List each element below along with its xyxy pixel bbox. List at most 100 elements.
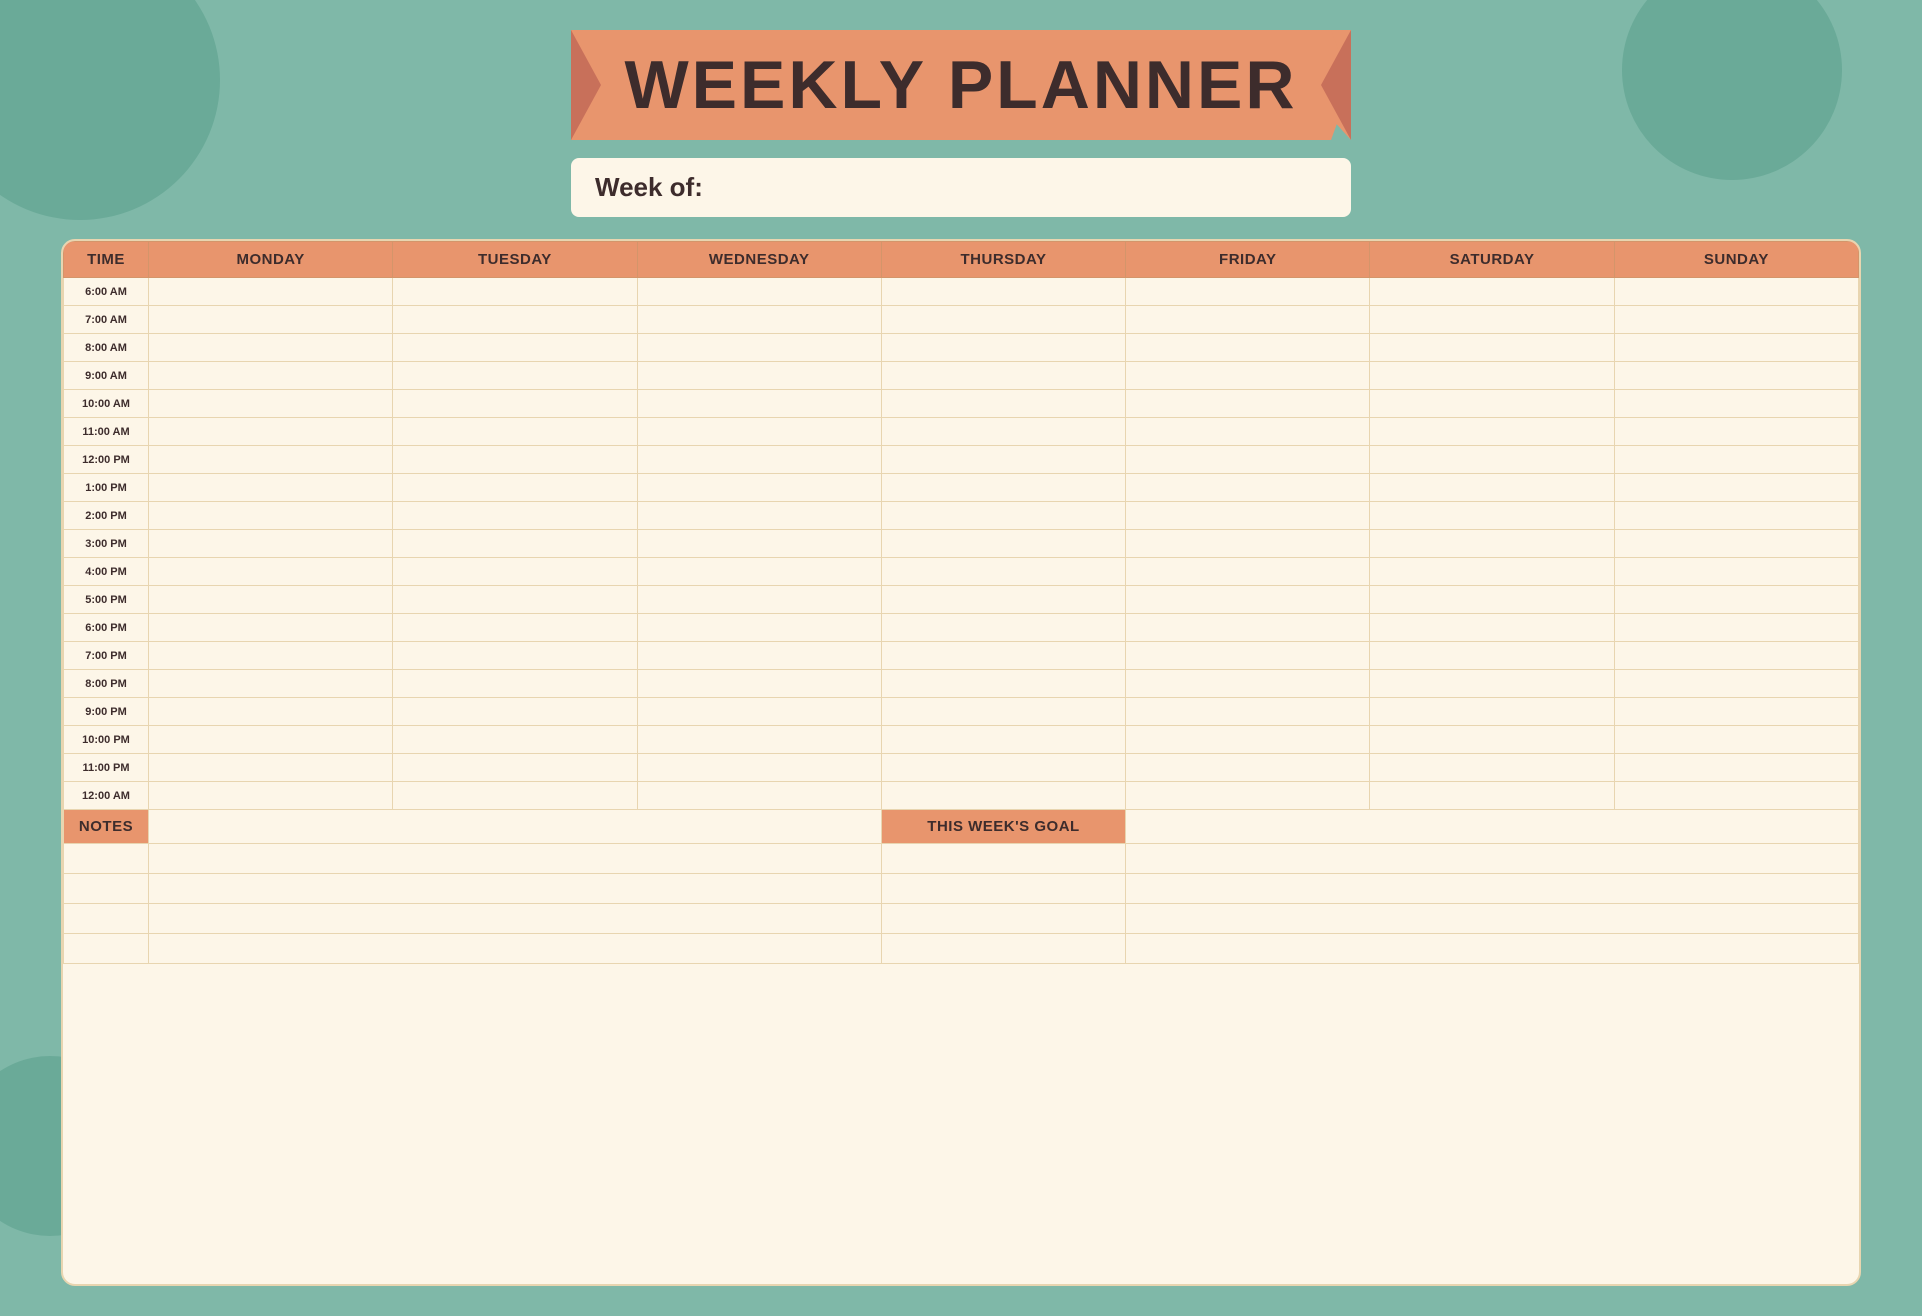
schedule-cell[interactable] bbox=[149, 782, 393, 810]
schedule-cell[interactable] bbox=[1370, 390, 1614, 418]
schedule-cell[interactable] bbox=[1126, 754, 1370, 782]
schedule-cell[interactable] bbox=[637, 726, 881, 754]
schedule-cell[interactable] bbox=[1370, 446, 1614, 474]
schedule-cell[interactable] bbox=[1126, 586, 1370, 614]
schedule-cell[interactable] bbox=[637, 558, 881, 586]
schedule-cell[interactable] bbox=[1370, 670, 1614, 698]
schedule-cell[interactable] bbox=[1370, 726, 1614, 754]
schedule-cell[interactable] bbox=[149, 446, 393, 474]
goal-line-1[interactable] bbox=[1126, 844, 1859, 874]
schedule-cell[interactable] bbox=[1126, 726, 1370, 754]
notes-line-3[interactable] bbox=[149, 904, 882, 934]
schedule-cell[interactable] bbox=[393, 278, 637, 306]
schedule-cell[interactable] bbox=[881, 586, 1125, 614]
schedule-cell[interactable] bbox=[881, 754, 1125, 782]
schedule-cell[interactable] bbox=[393, 474, 637, 502]
schedule-cell[interactable] bbox=[637, 642, 881, 670]
schedule-cell[interactable] bbox=[393, 614, 637, 642]
schedule-cell[interactable] bbox=[881, 474, 1125, 502]
schedule-cell[interactable] bbox=[149, 530, 393, 558]
schedule-cell[interactable] bbox=[881, 418, 1125, 446]
schedule-cell[interactable] bbox=[149, 754, 393, 782]
schedule-cell[interactable] bbox=[393, 670, 637, 698]
schedule-cell[interactable] bbox=[1614, 446, 1858, 474]
schedule-cell[interactable] bbox=[637, 670, 881, 698]
schedule-cell[interactable] bbox=[1614, 334, 1858, 362]
schedule-cell[interactable] bbox=[1126, 558, 1370, 586]
schedule-cell[interactable] bbox=[637, 614, 881, 642]
schedule-cell[interactable] bbox=[881, 670, 1125, 698]
schedule-cell[interactable] bbox=[1126, 698, 1370, 726]
schedule-cell[interactable] bbox=[149, 558, 393, 586]
schedule-cell[interactable] bbox=[393, 390, 637, 418]
schedule-cell[interactable] bbox=[1126, 390, 1370, 418]
schedule-cell[interactable] bbox=[881, 278, 1125, 306]
schedule-cell[interactable] bbox=[1126, 446, 1370, 474]
schedule-cell[interactable] bbox=[637, 754, 881, 782]
schedule-cell[interactable] bbox=[1370, 306, 1614, 334]
schedule-cell[interactable] bbox=[881, 698, 1125, 726]
schedule-cell[interactable] bbox=[1614, 782, 1858, 810]
schedule-cell[interactable] bbox=[1126, 530, 1370, 558]
schedule-cell[interactable] bbox=[1370, 474, 1614, 502]
schedule-cell[interactable] bbox=[393, 362, 637, 390]
schedule-cell[interactable] bbox=[149, 362, 393, 390]
schedule-cell[interactable] bbox=[881, 502, 1125, 530]
schedule-cell[interactable] bbox=[1370, 502, 1614, 530]
schedule-cell[interactable] bbox=[1614, 614, 1858, 642]
schedule-cell[interactable] bbox=[149, 278, 393, 306]
schedule-cell[interactable] bbox=[637, 474, 881, 502]
schedule-cell[interactable] bbox=[1126, 362, 1370, 390]
schedule-cell[interactable] bbox=[637, 782, 881, 810]
schedule-cell[interactable] bbox=[1370, 558, 1614, 586]
schedule-cell[interactable] bbox=[1614, 474, 1858, 502]
schedule-cell[interactable] bbox=[637, 278, 881, 306]
schedule-cell[interactable] bbox=[637, 418, 881, 446]
schedule-cell[interactable] bbox=[393, 558, 637, 586]
schedule-cell[interactable] bbox=[149, 586, 393, 614]
schedule-cell[interactable] bbox=[1614, 418, 1858, 446]
schedule-cell[interactable] bbox=[393, 502, 637, 530]
goal-line-2[interactable] bbox=[1126, 874, 1859, 904]
schedule-cell[interactable] bbox=[393, 446, 637, 474]
schedule-cell[interactable] bbox=[637, 306, 881, 334]
schedule-cell[interactable] bbox=[1370, 754, 1614, 782]
schedule-cell[interactable] bbox=[1370, 698, 1614, 726]
schedule-cell[interactable] bbox=[1370, 334, 1614, 362]
schedule-cell[interactable] bbox=[881, 390, 1125, 418]
schedule-cell[interactable] bbox=[149, 614, 393, 642]
notes-line-2[interactable] bbox=[149, 874, 882, 904]
schedule-cell[interactable] bbox=[393, 530, 637, 558]
schedule-cell[interactable] bbox=[149, 726, 393, 754]
schedule-cell[interactable] bbox=[1614, 530, 1858, 558]
schedule-cell[interactable] bbox=[393, 642, 637, 670]
schedule-cell[interactable] bbox=[393, 782, 637, 810]
schedule-cell[interactable] bbox=[1614, 362, 1858, 390]
schedule-cell[interactable] bbox=[1370, 418, 1614, 446]
schedule-cell[interactable] bbox=[393, 586, 637, 614]
schedule-cell[interactable] bbox=[149, 474, 393, 502]
schedule-cell[interactable] bbox=[637, 698, 881, 726]
schedule-cell[interactable] bbox=[881, 362, 1125, 390]
schedule-cell[interactable] bbox=[149, 642, 393, 670]
schedule-cell[interactable] bbox=[149, 670, 393, 698]
schedule-cell[interactable] bbox=[149, 390, 393, 418]
schedule-cell[interactable] bbox=[1126, 278, 1370, 306]
notes-line-4[interactable] bbox=[149, 934, 882, 964]
schedule-cell[interactable] bbox=[1370, 278, 1614, 306]
schedule-cell[interactable] bbox=[881, 642, 1125, 670]
schedule-cell[interactable] bbox=[881, 558, 1125, 586]
schedule-cell[interactable] bbox=[637, 362, 881, 390]
schedule-cell[interactable] bbox=[881, 614, 1125, 642]
goal-line-4[interactable] bbox=[1126, 934, 1859, 964]
schedule-cell[interactable] bbox=[149, 698, 393, 726]
schedule-cell[interactable] bbox=[637, 586, 881, 614]
schedule-cell[interactable] bbox=[1614, 670, 1858, 698]
schedule-cell[interactable] bbox=[637, 446, 881, 474]
schedule-cell[interactable] bbox=[1614, 698, 1858, 726]
schedule-cell[interactable] bbox=[1614, 390, 1858, 418]
schedule-cell[interactable] bbox=[149, 306, 393, 334]
schedule-cell[interactable] bbox=[393, 418, 637, 446]
schedule-cell[interactable] bbox=[149, 334, 393, 362]
schedule-cell[interactable] bbox=[1126, 306, 1370, 334]
